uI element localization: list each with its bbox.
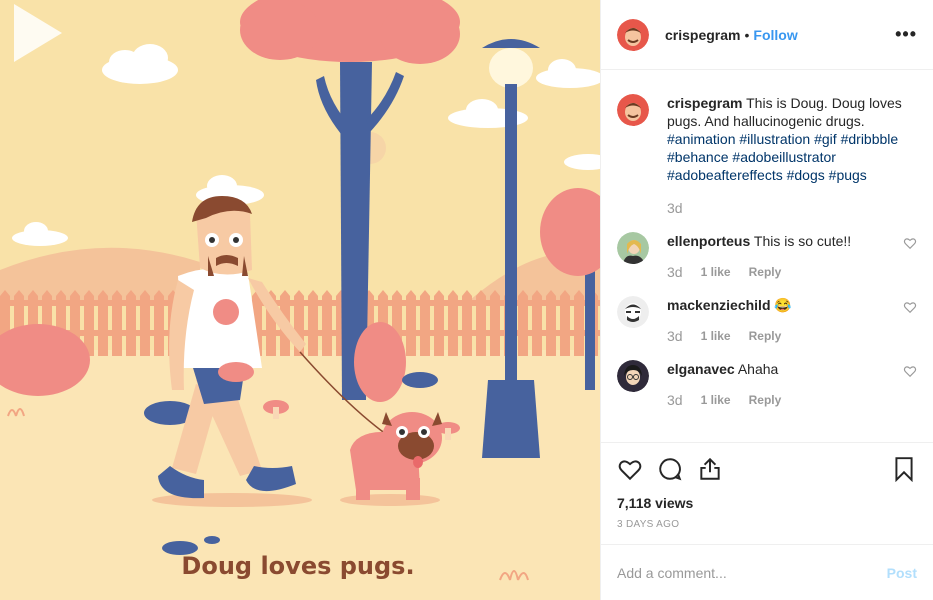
post-media[interactable]: Doug loves pugs. <box>0 0 600 600</box>
fence-picket <box>462 290 472 356</box>
post-button[interactable]: Post <box>887 565 917 581</box>
avatar[interactable] <box>617 360 649 392</box>
fence-picket <box>322 290 332 356</box>
avatar[interactable] <box>617 296 649 328</box>
fence-picket <box>434 290 444 356</box>
instagram-post: Doug loves pugs. crispegram • Follow ••• <box>0 0 933 600</box>
avatar[interactable] <box>617 94 649 126</box>
fence-picket <box>560 290 570 356</box>
fence-picket <box>490 290 500 356</box>
add-comment-input[interactable] <box>617 564 887 581</box>
avatar[interactable] <box>617 232 649 264</box>
fence-picket <box>448 290 458 356</box>
fence-picket <box>98 290 108 356</box>
post-header: crispegram • Follow ••• <box>601 0 933 70</box>
fence-picket <box>112 290 122 356</box>
caption-art-text: Doug loves pugs. <box>181 552 414 580</box>
caption-time[interactable]: 3d <box>667 200 683 216</box>
fence-picket <box>546 290 556 356</box>
comment-item: mackenziechild 😂 3d 1 like Reply <box>617 296 917 344</box>
comments-list: crispegram This is Doug. Doug loves pugs… <box>601 70 933 442</box>
avatar[interactable] <box>617 18 649 51</box>
reply-button[interactable]: Reply <box>749 265 782 279</box>
reply-button[interactable]: Reply <box>749 329 782 343</box>
comment-likes[interactable]: 1 like <box>701 393 731 407</box>
views-count[interactable]: 7,118 views <box>617 495 917 511</box>
comment-item: ellenporteus This is so cute!! 3d 1 like… <box>617 232 917 280</box>
hashtag[interactable]: #animation <box>667 131 736 147</box>
comment-text: This is so cute!! <box>753 233 852 249</box>
comment-time[interactable]: 3d <box>667 264 683 280</box>
fence-picket <box>476 290 486 356</box>
caption-text: crispegram This is Doug. Doug loves pugs… <box>667 94 917 184</box>
fence-picket <box>140 290 150 356</box>
fence-picket <box>420 290 430 356</box>
fence-picket <box>574 290 584 356</box>
post-date[interactable]: 3 DAYS AGO <box>617 519 917 530</box>
fence-picket <box>406 290 416 356</box>
comment-username[interactable]: elganavec <box>667 361 735 377</box>
hashtag[interactable]: #pugs <box>829 167 867 183</box>
hashtag[interactable]: #illustration <box>739 131 810 147</box>
fence-picket <box>126 290 136 356</box>
comment-time[interactable]: 3d <box>667 328 683 344</box>
comment-username[interactable]: ellenporteus <box>667 233 750 249</box>
comment-time[interactable]: 3d <box>667 392 683 408</box>
post-actions: 7,118 views 3 DAYS AGO <box>601 442 933 530</box>
fence-picket <box>518 290 528 356</box>
play-icon[interactable] <box>0 0 66 66</box>
hashtag[interactable]: #dribbble <box>841 131 899 147</box>
post-sidebar: crispegram • Follow ••• crispegram This … <box>600 0 933 600</box>
add-comment-bar: Post <box>601 544 933 600</box>
hashtag[interactable]: #adobeaftereffects <box>667 167 783 183</box>
like-comment-heart-icon[interactable] <box>903 300 917 314</box>
comment-likes[interactable]: 1 like <box>701 265 731 279</box>
fence-picket <box>308 290 318 356</box>
like-heart-icon[interactable] <box>617 456 643 482</box>
comment-text: Ahaha <box>737 361 779 377</box>
more-options-icon[interactable]: ••• <box>895 24 917 45</box>
comment-bubble-icon[interactable] <box>657 456 683 482</box>
like-comment-heart-icon[interactable] <box>903 236 917 250</box>
fence-picket <box>532 290 542 356</box>
hashtag[interactable]: #adobeillustrator <box>732 149 836 165</box>
like-comment-heart-icon[interactable] <box>903 364 917 378</box>
fence-picket <box>154 290 164 356</box>
hashtag[interactable]: #dogs <box>787 167 825 183</box>
comment-item: elganavec Ahaha 3d 1 like Reply <box>617 360 917 408</box>
comment-likes[interactable]: 1 like <box>701 329 731 343</box>
share-icon[interactable] <box>697 456 723 482</box>
bookmark-icon[interactable] <box>891 456 917 482</box>
illustration: Doug loves pugs. <box>0 0 600 600</box>
comment-username[interactable]: mackenziechild <box>667 297 771 313</box>
header-username[interactable]: crispegram <box>665 27 740 43</box>
caption-username[interactable]: crispegram <box>667 95 742 111</box>
caption-row: crispegram This is Doug. Doug loves pugs… <box>617 94 917 216</box>
comment-text: 😂 <box>774 297 792 313</box>
separator-dot: • <box>744 26 750 43</box>
hashtag[interactable]: #gif <box>814 131 837 147</box>
hashtag[interactable]: #behance <box>667 149 729 165</box>
reply-button[interactable]: Reply <box>749 393 782 407</box>
follow-button[interactable]: Follow <box>753 27 797 43</box>
